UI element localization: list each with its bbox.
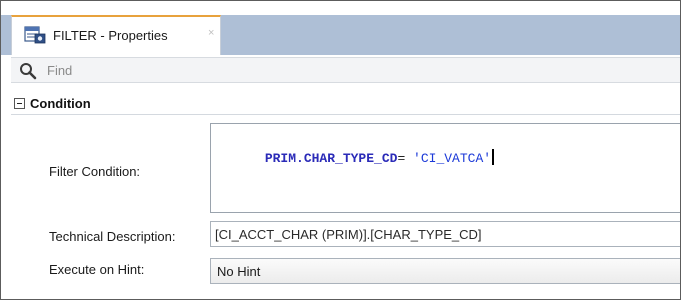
tab-filter-properties[interactable]: FILTER - Properties × — [11, 15, 221, 55]
text-caret — [492, 149, 495, 165]
find-input[interactable] — [47, 60, 667, 80]
code-identifier: PRIM.CHAR_TYPE_CD — [264, 151, 398, 166]
filter-condition-code: PRIM.CHAR_TYPE_CD= 'CI_VATCA' — [218, 134, 495, 181]
technical-description-value: [CI_ACCT_CHAR (PRIM)].[CHAR_TYPE_CD] — [215, 227, 482, 242]
search-icon — [20, 63, 37, 80]
tab-title: FILTER - Properties — [53, 28, 168, 43]
code-operator: = — [397, 151, 414, 166]
condition-section-header[interactable]: Condition — [11, 93, 680, 115]
execute-on-hint-value: No Hint — [217, 264, 261, 279]
filter-condition-label: Filter Condition: — [49, 164, 141, 179]
find-bar — [11, 57, 680, 83]
properties-panel: FILTER - Properties × Condition Filter C… — [0, 0, 681, 300]
filter-condition-editor[interactable]: PRIM.CHAR_TYPE_CD= 'CI_VATCA' — [210, 123, 680, 213]
section-title: Condition — [30, 96, 91, 111]
technical-description-field[interactable]: [CI_ACCT_CHAR (PRIM)].[CHAR_TYPE_CD] — [210, 221, 680, 247]
collapse-minus-icon[interactable] — [14, 98, 25, 109]
code-string-literal: 'CI_VATCA' — [413, 151, 492, 166]
technical-description-label: Technical Description: — [49, 229, 176, 244]
properties-sheet-icon — [24, 26, 46, 44]
tab-strip: FILTER - Properties × — [1, 15, 680, 55]
execute-on-hint-select[interactable]: No Hint — [210, 258, 680, 284]
close-icon[interactable]: × — [208, 27, 214, 39]
execute-on-hint-label: Execute on Hint: — [49, 262, 145, 277]
